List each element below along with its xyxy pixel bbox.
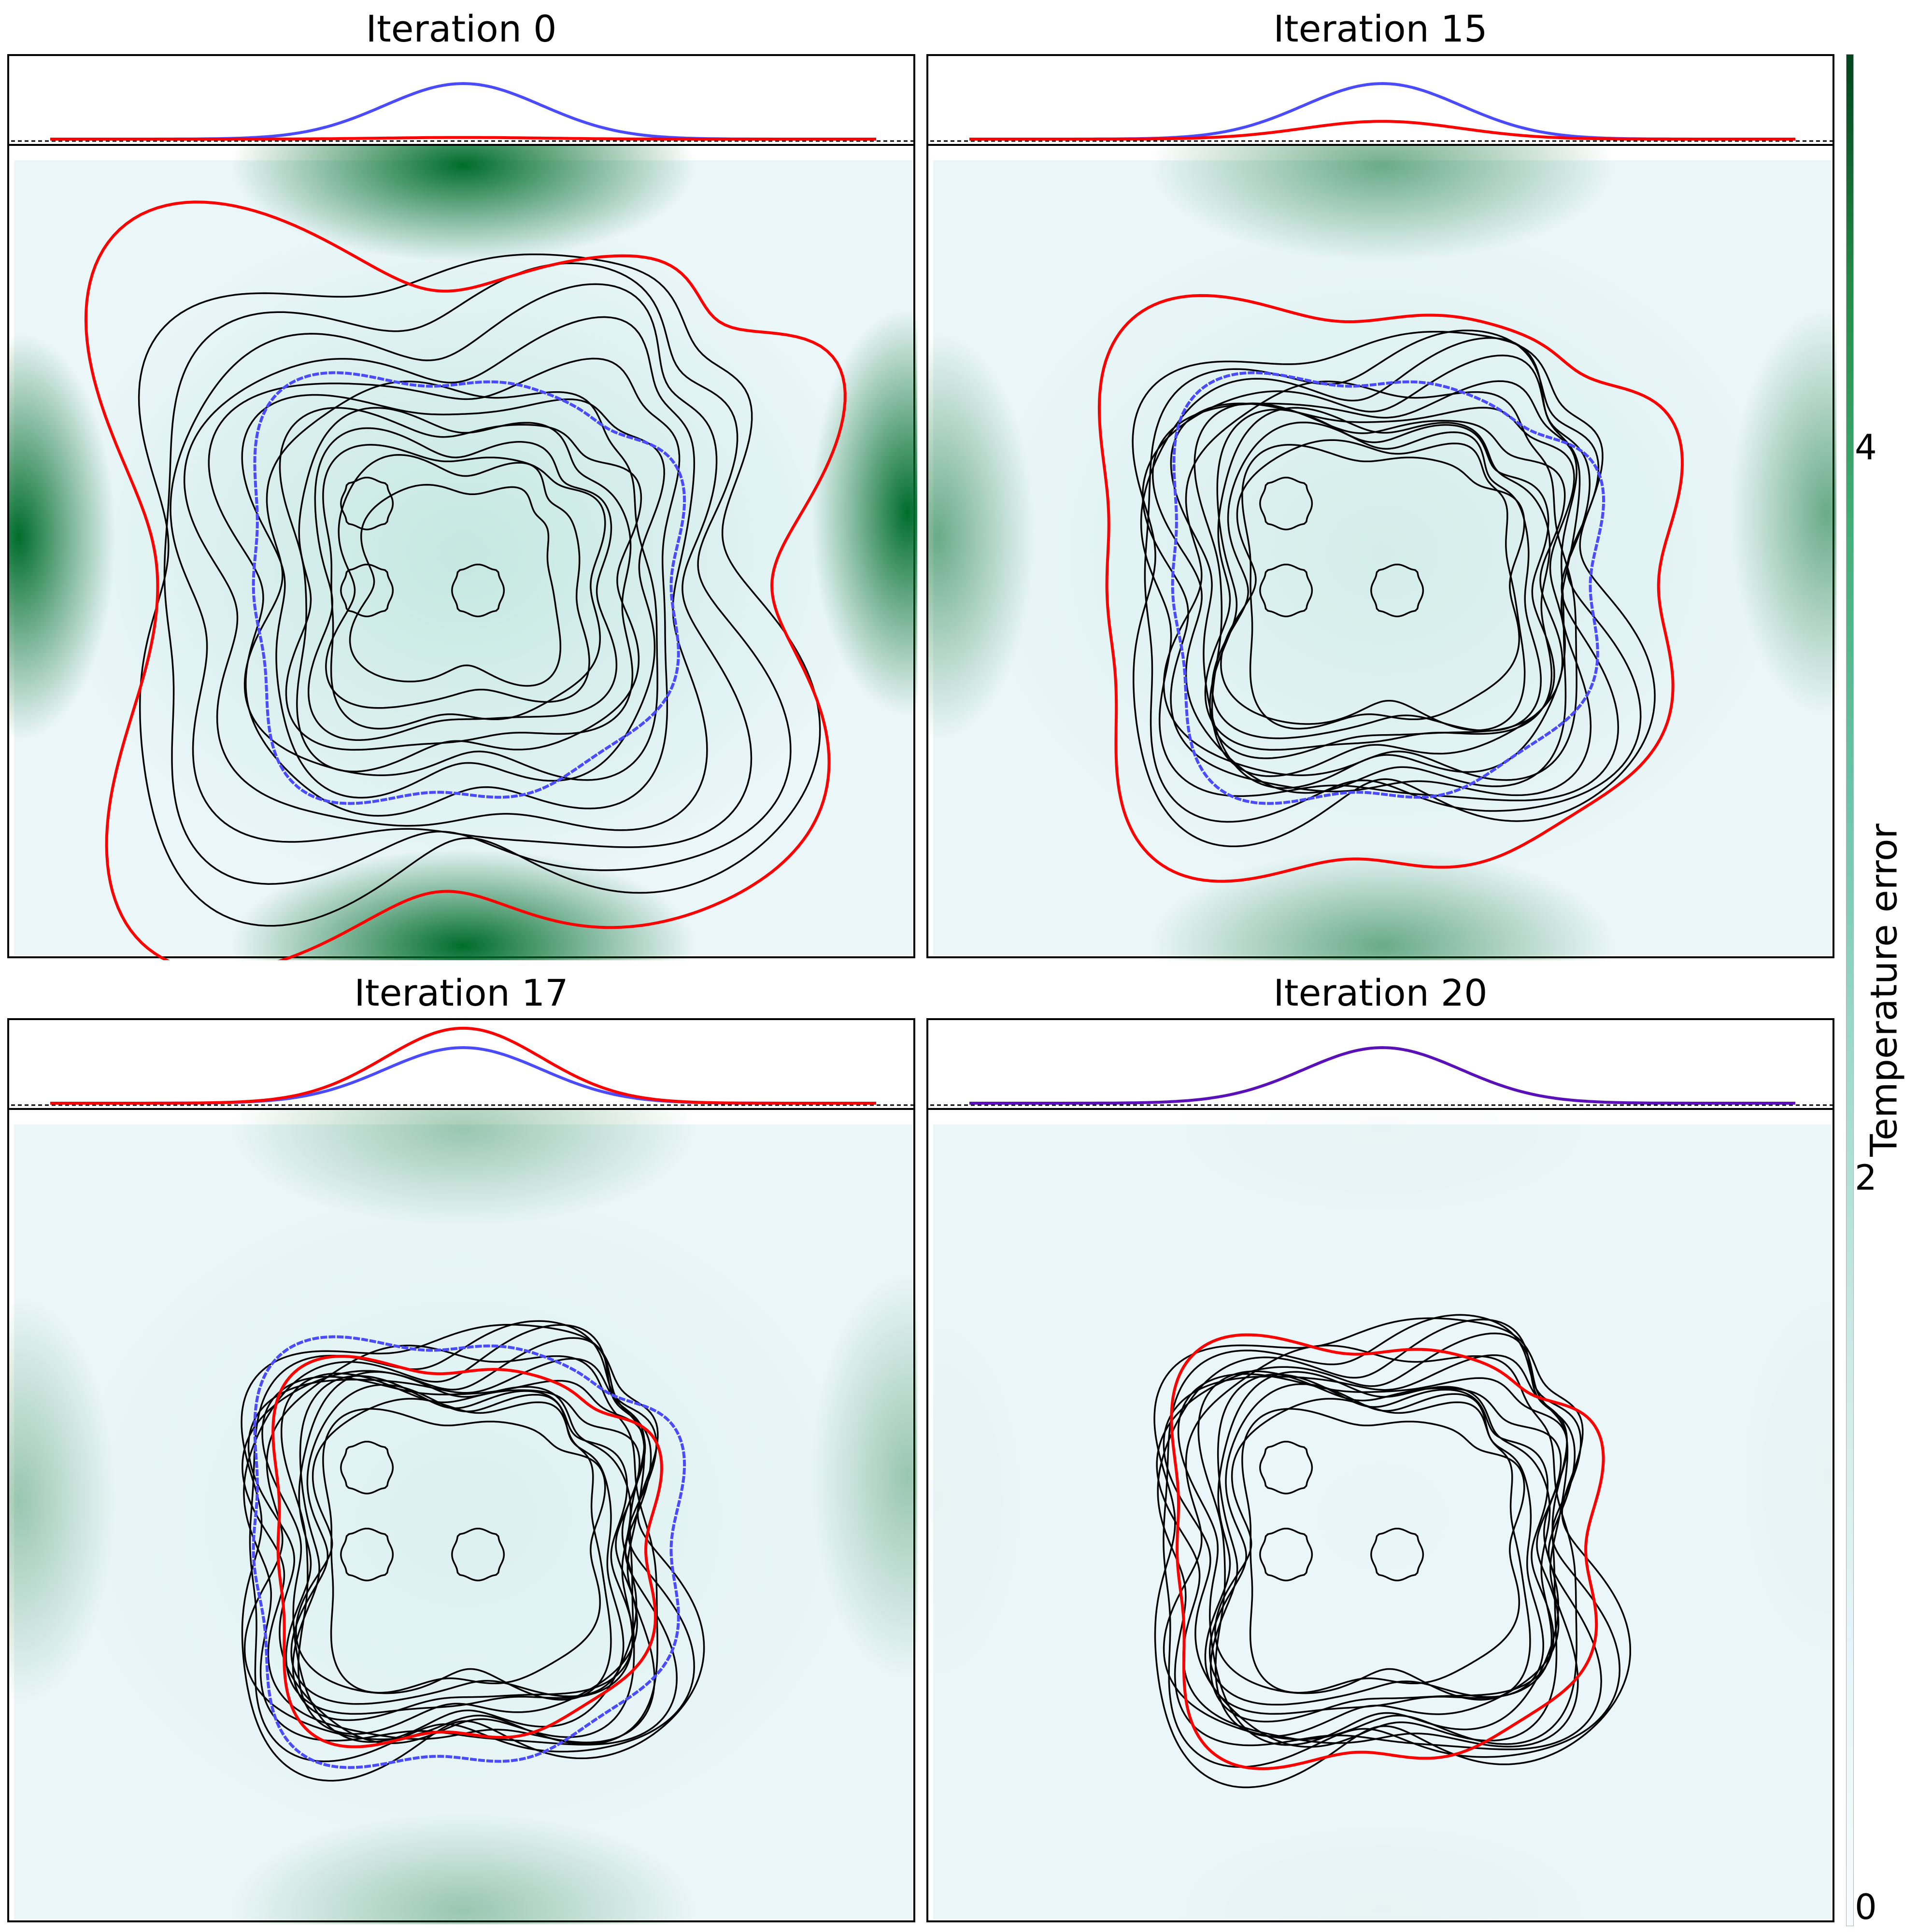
colorbar bbox=[1846, 54, 1854, 1926]
panel-title-0: Iteration 0 bbox=[366, 7, 557, 50]
profile-plot-1 bbox=[926, 54, 1834, 146]
heatmap-plot-2 bbox=[7, 1108, 917, 1924]
profile-series-current bbox=[50, 136, 876, 141]
heatmap-plot-3 bbox=[926, 1108, 1836, 1924]
colorbar-tick-0: 0 bbox=[1855, 1887, 1877, 1927]
profile-series-current bbox=[969, 120, 1795, 141]
error-halo bbox=[55, 1175, 872, 1860]
panel-title-2: Iteration 17 bbox=[354, 971, 568, 1014]
colorbar-tick-2: 2 bbox=[1855, 1157, 1877, 1198]
heatmap-plot-0 bbox=[7, 144, 917, 960]
error-halo bbox=[974, 211, 1791, 895]
panel-title-3: Iteration 20 bbox=[1273, 971, 1488, 1014]
profile-series-reference bbox=[50, 82, 876, 141]
colorbar-tick-4: 4 bbox=[1855, 427, 1877, 468]
profile-plot-2 bbox=[7, 1018, 915, 1110]
heatmap-plot-1 bbox=[926, 144, 1836, 960]
profile-plot-3 bbox=[926, 1018, 1834, 1110]
colorbar-label: Temperature error bbox=[1862, 824, 1905, 1157]
panel-title-1: Iteration 15 bbox=[1273, 7, 1488, 50]
profile-series-overlap bbox=[969, 1046, 1795, 1105]
profile-series-current bbox=[50, 1026, 876, 1105]
profile-series-reference bbox=[969, 82, 1795, 141]
profile-plot-0 bbox=[7, 54, 915, 146]
profile-series-reference bbox=[50, 1046, 876, 1105]
error-halo bbox=[974, 1175, 1791, 1860]
